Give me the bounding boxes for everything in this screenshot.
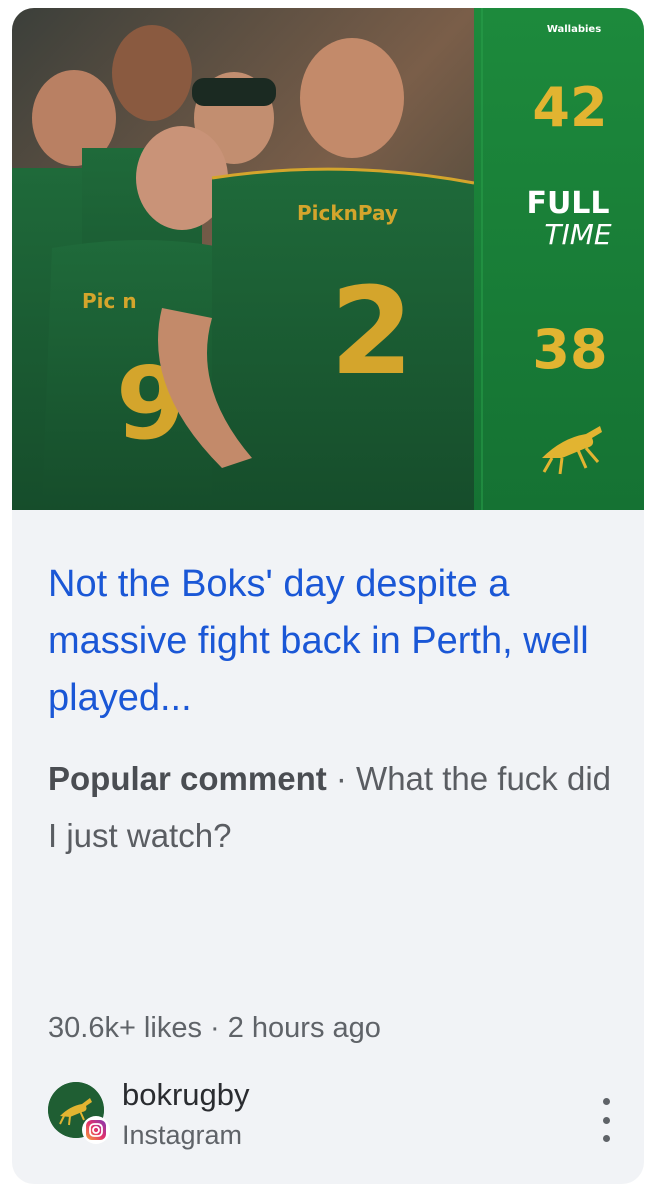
jersey-sponsor: PicknPay bbox=[297, 201, 398, 225]
jersey-sponsor-left: Pic n bbox=[82, 289, 137, 313]
account-name[interactable]: bokrugby bbox=[122, 1076, 250, 1114]
away-score: 38 bbox=[532, 318, 607, 381]
full-time-label: FULL bbox=[526, 186, 609, 221]
post-headline[interactable]: Not the Boks' day despite a massive figh… bbox=[48, 556, 618, 727]
comment-separator: · bbox=[326, 760, 357, 797]
jersey-number-2: 2 bbox=[330, 263, 414, 402]
more-dot bbox=[602, 1135, 610, 1142]
more-dot bbox=[602, 1116, 610, 1124]
post-time: 2 hours ago bbox=[227, 1012, 381, 1044]
instagram-icon bbox=[82, 1116, 110, 1144]
home-score: 42 bbox=[532, 76, 607, 139]
more-vertical-icon[interactable] bbox=[594, 1098, 618, 1142]
likes-count: 30.6k+ likes bbox=[48, 1012, 202, 1044]
scoreboard-sponsor: Wallabies bbox=[547, 24, 601, 35]
source-row[interactable]: bokrugby Instagram bbox=[48, 1076, 618, 1150]
platform-name: Instagram bbox=[122, 1120, 243, 1150]
comment-label: Popular comment bbox=[48, 760, 327, 797]
more-dot bbox=[602, 1098, 610, 1105]
news-card[interactable]: 9 Pic n PicknPay 2 Wallabies 42 FULL TIM… bbox=[12, 8, 644, 1184]
time-label: TIME bbox=[544, 218, 612, 251]
popular-comment: Popular comment · What the fuck did I ju… bbox=[48, 750, 618, 864]
post-image[interactable]: 9 Pic n PicknPay 2 Wallabies 42 FULL TIM… bbox=[12, 8, 644, 510]
meta-separator: · bbox=[201, 1012, 228, 1044]
post-meta: 30.6k+ likes · 2 hours ago bbox=[48, 1008, 381, 1048]
